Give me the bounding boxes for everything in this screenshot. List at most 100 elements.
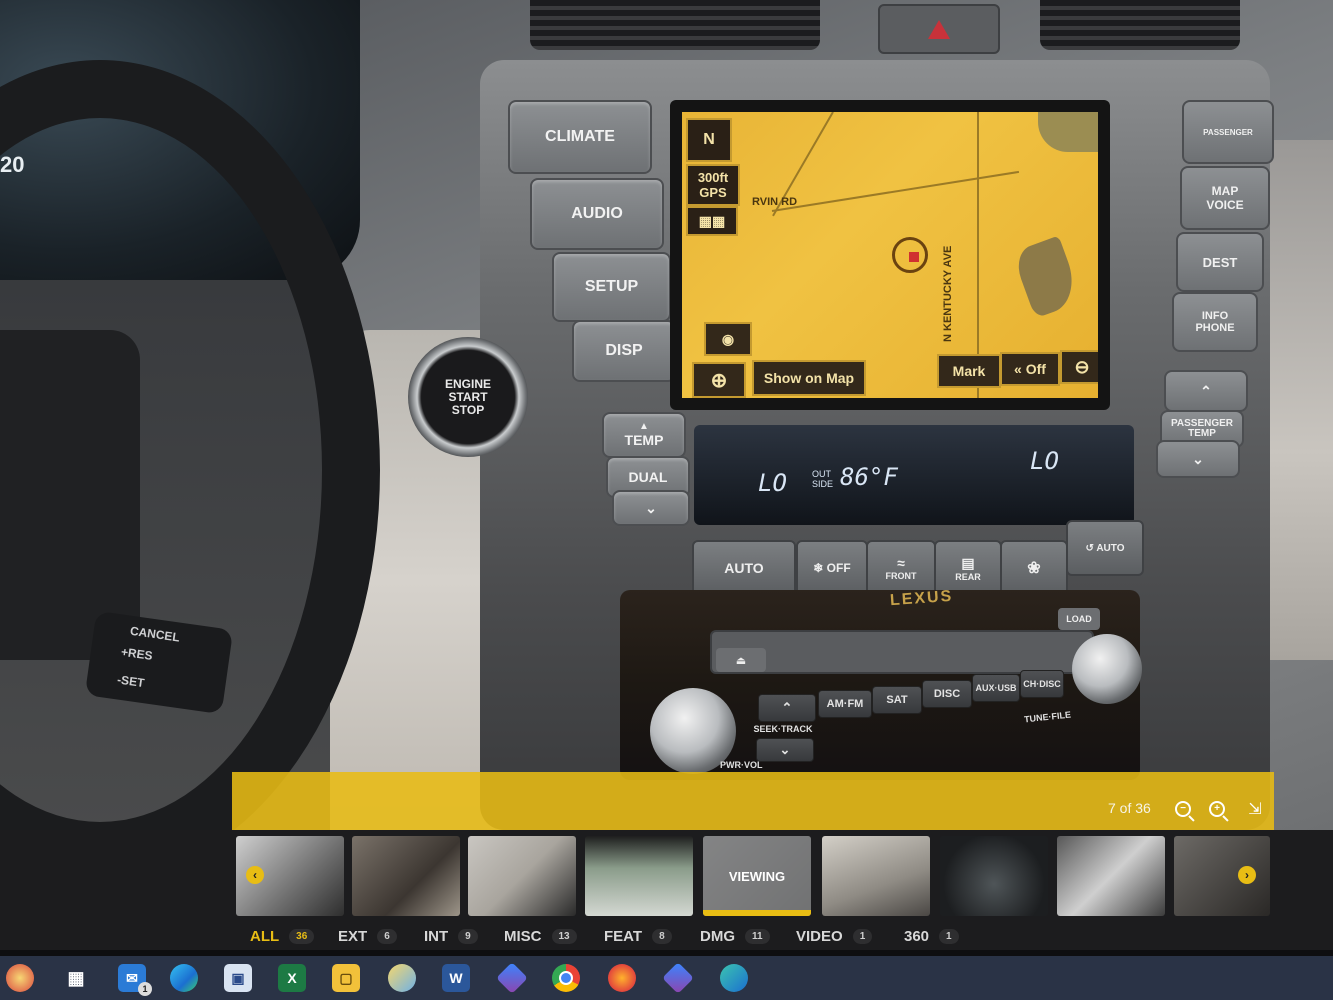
- chrome-center-icon: [559, 971, 573, 985]
- tab-label: DMG: [700, 928, 735, 945]
- chrome-icon[interactable]: [552, 964, 580, 992]
- tab-count: 13: [551, 929, 577, 944]
- tab-label: EXT: [338, 928, 368, 945]
- ch-disc-button: CH·DISC: [1020, 670, 1064, 698]
- remote-desktop-icon[interactable]: ▣: [224, 964, 252, 992]
- excel-icon[interactable]: X: [278, 964, 306, 992]
- zoom-in-button[interactable]: +: [1206, 798, 1228, 820]
- thumbnail[interactable]: [585, 836, 693, 916]
- word-icon[interactable]: W: [442, 964, 470, 992]
- defrost-icon: ▤: [961, 554, 975, 571]
- temp-label: TEMP: [624, 432, 664, 448]
- street-label: RVIN RD: [752, 196, 798, 208]
- disc-button: DISC: [922, 680, 972, 708]
- tab-label: ALL: [250, 928, 280, 945]
- task-view-icon[interactable]: ▦: [62, 964, 90, 992]
- edge-browser-icon[interactable]: [170, 964, 198, 992]
- thumbnail-current[interactable]: VIEWING: [703, 836, 811, 916]
- image-counter: 7 of 36: [1108, 800, 1151, 816]
- tab-count: 8: [652, 929, 672, 944]
- air-vent-left: [530, 0, 820, 50]
- zoom-out-button[interactable]: −: [1172, 798, 1194, 820]
- previous-arrow-icon[interactable]: ‹: [246, 866, 264, 884]
- stalk-label: -SET: [116, 672, 146, 691]
- engine-start-label: ENGINE START STOP: [444, 376, 491, 417]
- hvac-off-button: ❄ OFF: [796, 540, 868, 596]
- thumbnail[interactable]: [468, 836, 576, 916]
- filter-tab-feat[interactable]: FEAT 8: [604, 928, 672, 945]
- zoom-out-icon: −: [1175, 801, 1191, 817]
- filter-tab-int[interactable]: INT 9: [424, 928, 478, 945]
- seek-up-button: ⌃: [758, 694, 816, 722]
- tab-count: 1: [852, 929, 873, 944]
- driver-temp-readout: LO: [758, 469, 787, 497]
- viewing-label: VIEWING: [703, 836, 811, 916]
- filter-tab-ext[interactable]: EXT 6: [338, 928, 397, 945]
- chevron-down-icon: ⌄: [1192, 450, 1204, 467]
- paint-icon[interactable]: [388, 964, 416, 992]
- filter-tab-video[interactable]: VIDEO 1: [796, 928, 873, 945]
- passenger-temp-readout: LO: [1030, 447, 1059, 475]
- thumbnail[interactable]: [1057, 836, 1165, 916]
- thumbnail[interactable]: [352, 836, 460, 916]
- filter-tab-all[interactable]: ALL 36: [250, 928, 315, 945]
- copilot-icon[interactable]: [496, 962, 528, 994]
- street-label: N KENTUCKY AVE: [942, 245, 954, 342]
- weather-widget-icon[interactable]: [6, 964, 34, 992]
- map-voice-button: MAP VOICE: [1180, 166, 1270, 230]
- filter-tab-360[interactable]: 360 1: [904, 928, 959, 945]
- outside-label: OUT SIDE: [812, 469, 834, 489]
- filter-tab-dmg[interactable]: DMG 11: [700, 928, 770, 945]
- filter-tab-misc[interactable]: MISC 13: [504, 928, 577, 945]
- copilot-icon[interactable]: [662, 962, 694, 994]
- dest-button: DEST: [1176, 232, 1264, 292]
- hazard-icon: [928, 19, 950, 39]
- tab-label: VIDEO: [796, 928, 843, 945]
- am-fm-button: AM·FM: [818, 690, 872, 718]
- climate-display: LO OUT SIDE 86°F LO: [694, 425, 1134, 525]
- cd-slot: [710, 630, 1094, 674]
- edge-beta-icon[interactable]: [720, 964, 748, 992]
- tab-count: 6: [377, 929, 397, 944]
- hvac-auto-button: AUTO: [692, 540, 796, 596]
- tab-count: 11: [745, 929, 770, 944]
- next-arrow-icon[interactable]: ›: [1238, 866, 1256, 884]
- eject-icon: ⏏: [716, 648, 766, 672]
- engine-start-button: ENGINE START STOP: [408, 337, 528, 457]
- navigation-screen: RVIN RD N KENTUCKY AVE N 300ft GPS ▦▦ ◉ …: [670, 100, 1110, 410]
- stalk-label: CANCEL: [129, 623, 181, 645]
- chevron-up-icon: ⌃: [781, 700, 793, 715]
- defrost-icon: ≈: [897, 555, 905, 571]
- zoom-in-icon: +: [1209, 801, 1225, 817]
- compass-icon: N: [686, 118, 732, 162]
- passenger-temp-up-button: ⌃: [1164, 370, 1248, 412]
- mark-button: Mark: [937, 354, 1001, 388]
- collapse-icon: ⇲: [1248, 801, 1262, 818]
- map-zoom-in-icon: ⊕: [692, 362, 746, 398]
- envelope-icon: ✉: [126, 969, 138, 986]
- taskbar: ▦ ✉ 1 ▣ X ▢ W: [0, 956, 1333, 1000]
- thumbnail[interactable]: [822, 836, 930, 916]
- map-zoom-out-icon: ⊖: [1060, 350, 1098, 384]
- tab-count: 1: [939, 929, 959, 944]
- mail-icon[interactable]: ✉ 1: [118, 964, 152, 996]
- file-explorer-icon[interactable]: ▢: [332, 964, 360, 992]
- thumbnail[interactable]: ›: [1174, 836, 1270, 916]
- tab-label: INT: [424, 928, 449, 945]
- thumbnail[interactable]: [940, 836, 1048, 916]
- firefox-icon[interactable]: [608, 964, 636, 992]
- tab-label: 360: [904, 928, 930, 945]
- vehicle-photo: 40 20 CANCEL +RES -SET ENGINE START STOP…: [0, 0, 1333, 830]
- passenger-temp-down-button: ⌄: [1156, 440, 1240, 478]
- collapse-button[interactable]: ⇲: [1244, 798, 1266, 820]
- road-line: [771, 170, 1020, 212]
- vehicle-position-icon: [892, 237, 928, 273]
- disp-button: DISP: [572, 320, 676, 382]
- load-button: LOAD: [1058, 608, 1100, 630]
- tab-label: FEAT: [604, 928, 643, 945]
- temp-down-button: ⌄: [612, 490, 690, 526]
- audio-button: AUDIO: [530, 178, 664, 250]
- recirculation-button: ↺ AUTO: [1066, 520, 1144, 576]
- thumbnail[interactable]: ‹: [236, 836, 344, 916]
- rear-label: REAR: [955, 571, 981, 582]
